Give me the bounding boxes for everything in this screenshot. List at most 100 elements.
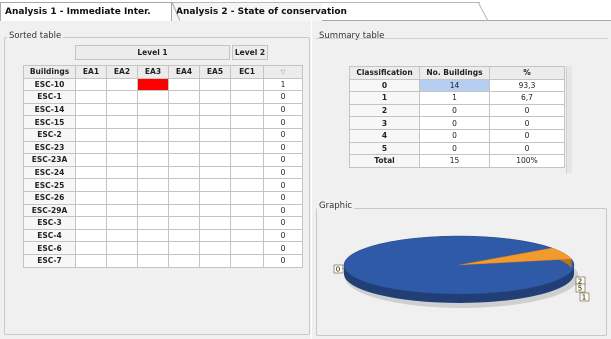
- grid-cell[interactable]: [75, 140, 107, 155]
- grid-cell[interactable]: [230, 153, 264, 167]
- grid-cell[interactable]: [75, 190, 107, 205]
- buildings-count-cell[interactable]: 0: [419, 141, 490, 156]
- sorted-table[interactable]: Buildings EA1 EA2 EA3 EA4 EA5 EC1 ▽ ESC-…: [23, 65, 303, 268]
- grid-cell[interactable]: [230, 102, 264, 117]
- table-row[interactable]: ESC-10 1: [23, 77, 303, 92]
- grid-cell[interactable]: [137, 228, 169, 243]
- grid-cell[interactable]: [75, 165, 107, 180]
- col-buildings[interactable]: Buildings: [23, 65, 76, 79]
- col-ea1[interactable]: EA1: [75, 65, 107, 79]
- grid-cell[interactable]: [168, 216, 200, 230]
- grid-cell[interactable]: [106, 253, 138, 268]
- grid-cell[interactable]: [75, 203, 107, 218]
- grid-cell[interactable]: [137, 190, 169, 205]
- grid-cell[interactable]: [230, 77, 264, 92]
- grid-cell[interactable]: [137, 216, 169, 230]
- table-row[interactable]: 1 1 6,7: [349, 91, 565, 105]
- table-row[interactable]: ESC-24 0: [23, 165, 303, 180]
- grid-cell[interactable]: [199, 228, 231, 243]
- highlight-cell[interactable]: [137, 77, 169, 92]
- filter-icon[interactable]: ▽: [263, 65, 303, 79]
- grid-cell[interactable]: [137, 140, 169, 155]
- tab-analysis-2[interactable]: Analysis 2 - State of conservation: [172, 2, 347, 21]
- building-name[interactable]: ESC-26: [23, 190, 76, 205]
- grid-cell[interactable]: [168, 90, 200, 104]
- summary-scrollbar[interactable]: [566, 66, 572, 173]
- building-name[interactable]: ESC-6: [23, 241, 76, 255]
- grid-cell[interactable]: [137, 253, 169, 268]
- table-row[interactable]: ESC-1 0: [23, 90, 303, 104]
- grid-cell[interactable]: [75, 228, 107, 243]
- grid-cell[interactable]: [199, 127, 231, 142]
- table-row[interactable]: ESC-6 0: [23, 241, 303, 255]
- tab-analysis-1[interactable]: Analysis 1 - Immediate Inter.: [0, 2, 172, 21]
- table-row[interactable]: ESC-15 0: [23, 115, 303, 129]
- table-row[interactable]: ESC-23A 0: [23, 153, 303, 167]
- grid-cell[interactable]: [106, 228, 138, 243]
- table-row[interactable]: ESC-25 0: [23, 178, 303, 192]
- building-name[interactable]: ESC-23: [23, 140, 76, 155]
- buildings-count-cell[interactable]: 0: [419, 103, 490, 118]
- building-name[interactable]: ESC-1: [23, 90, 76, 104]
- grid-cell[interactable]: [199, 77, 231, 92]
- grid-cell[interactable]: [230, 178, 264, 192]
- grid-cell[interactable]: [106, 115, 138, 129]
- grid-cell[interactable]: [137, 203, 169, 218]
- grid-cell[interactable]: [106, 203, 138, 218]
- grid-cell[interactable]: [168, 102, 200, 117]
- building-name[interactable]: ESC-24: [23, 165, 76, 180]
- grid-cell[interactable]: [75, 253, 107, 268]
- grid-cell[interactable]: [199, 190, 231, 205]
- grid-cell[interactable]: [168, 165, 200, 180]
- grid-cell[interactable]: [75, 178, 107, 192]
- grid-cell[interactable]: [230, 253, 264, 268]
- grid-cell[interactable]: [106, 77, 138, 92]
- grid-cell[interactable]: [137, 153, 169, 167]
- grid-cell[interactable]: [168, 153, 200, 167]
- grid-cell[interactable]: [168, 140, 200, 155]
- buildings-count-cell[interactable]: 14: [419, 78, 490, 93]
- col-no-buildings[interactable]: No. Buildings: [419, 66, 490, 80]
- grid-cell[interactable]: [199, 140, 231, 155]
- grid-cell[interactable]: [106, 165, 138, 180]
- col-ea5[interactable]: EA5: [199, 65, 231, 79]
- grid-cell[interactable]: [75, 77, 107, 92]
- grid-cell[interactable]: [199, 165, 231, 180]
- grid-cell[interactable]: [230, 241, 264, 255]
- grid-cell[interactable]: [75, 90, 107, 104]
- grid-cell[interactable]: [230, 203, 264, 218]
- grid-cell[interactable]: [199, 216, 231, 230]
- grid-cell[interactable]: [199, 115, 231, 129]
- col-ea3[interactable]: EA3: [137, 65, 169, 79]
- grid-cell[interactable]: [106, 127, 138, 142]
- grid-cell[interactable]: [106, 153, 138, 167]
- grid-cell[interactable]: [230, 90, 264, 104]
- buildings-count-cell[interactable]: 0: [419, 116, 490, 130]
- buildings-count-cell[interactable]: 1: [419, 91, 490, 105]
- grid-cell[interactable]: [137, 178, 169, 192]
- grid-cell[interactable]: [199, 153, 231, 167]
- table-row[interactable]: ESC-3 0: [23, 216, 303, 230]
- grid-cell[interactable]: [106, 216, 138, 230]
- grid-cell[interactable]: [168, 228, 200, 243]
- grid-cell[interactable]: [168, 178, 200, 192]
- building-name[interactable]: ESC-14: [23, 102, 76, 117]
- table-row[interactable]: ESC-23 0: [23, 140, 303, 155]
- grid-cell[interactable]: [168, 127, 200, 142]
- grid-cell[interactable]: [75, 241, 107, 255]
- grid-cell[interactable]: [230, 115, 264, 129]
- table-row[interactable]: ESC-7 0: [23, 253, 303, 268]
- grid-cell[interactable]: [230, 127, 264, 142]
- table-row[interactable]: ESC-2 0: [23, 127, 303, 142]
- grid-cell[interactable]: [168, 203, 200, 218]
- grid-cell[interactable]: [168, 253, 200, 268]
- grid-cell[interactable]: [199, 253, 231, 268]
- col-classification[interactable]: Classification: [349, 66, 420, 80]
- buildings-count-cell[interactable]: 0: [419, 128, 490, 143]
- table-row[interactable]: ESC-14 0: [23, 102, 303, 117]
- grid-cell[interactable]: [168, 77, 200, 92]
- table-row[interactable]: 500: [349, 141, 565, 156]
- grid-cell[interactable]: [137, 115, 169, 129]
- building-name[interactable]: ESC-23A: [23, 153, 76, 167]
- grid-cell[interactable]: [137, 241, 169, 255]
